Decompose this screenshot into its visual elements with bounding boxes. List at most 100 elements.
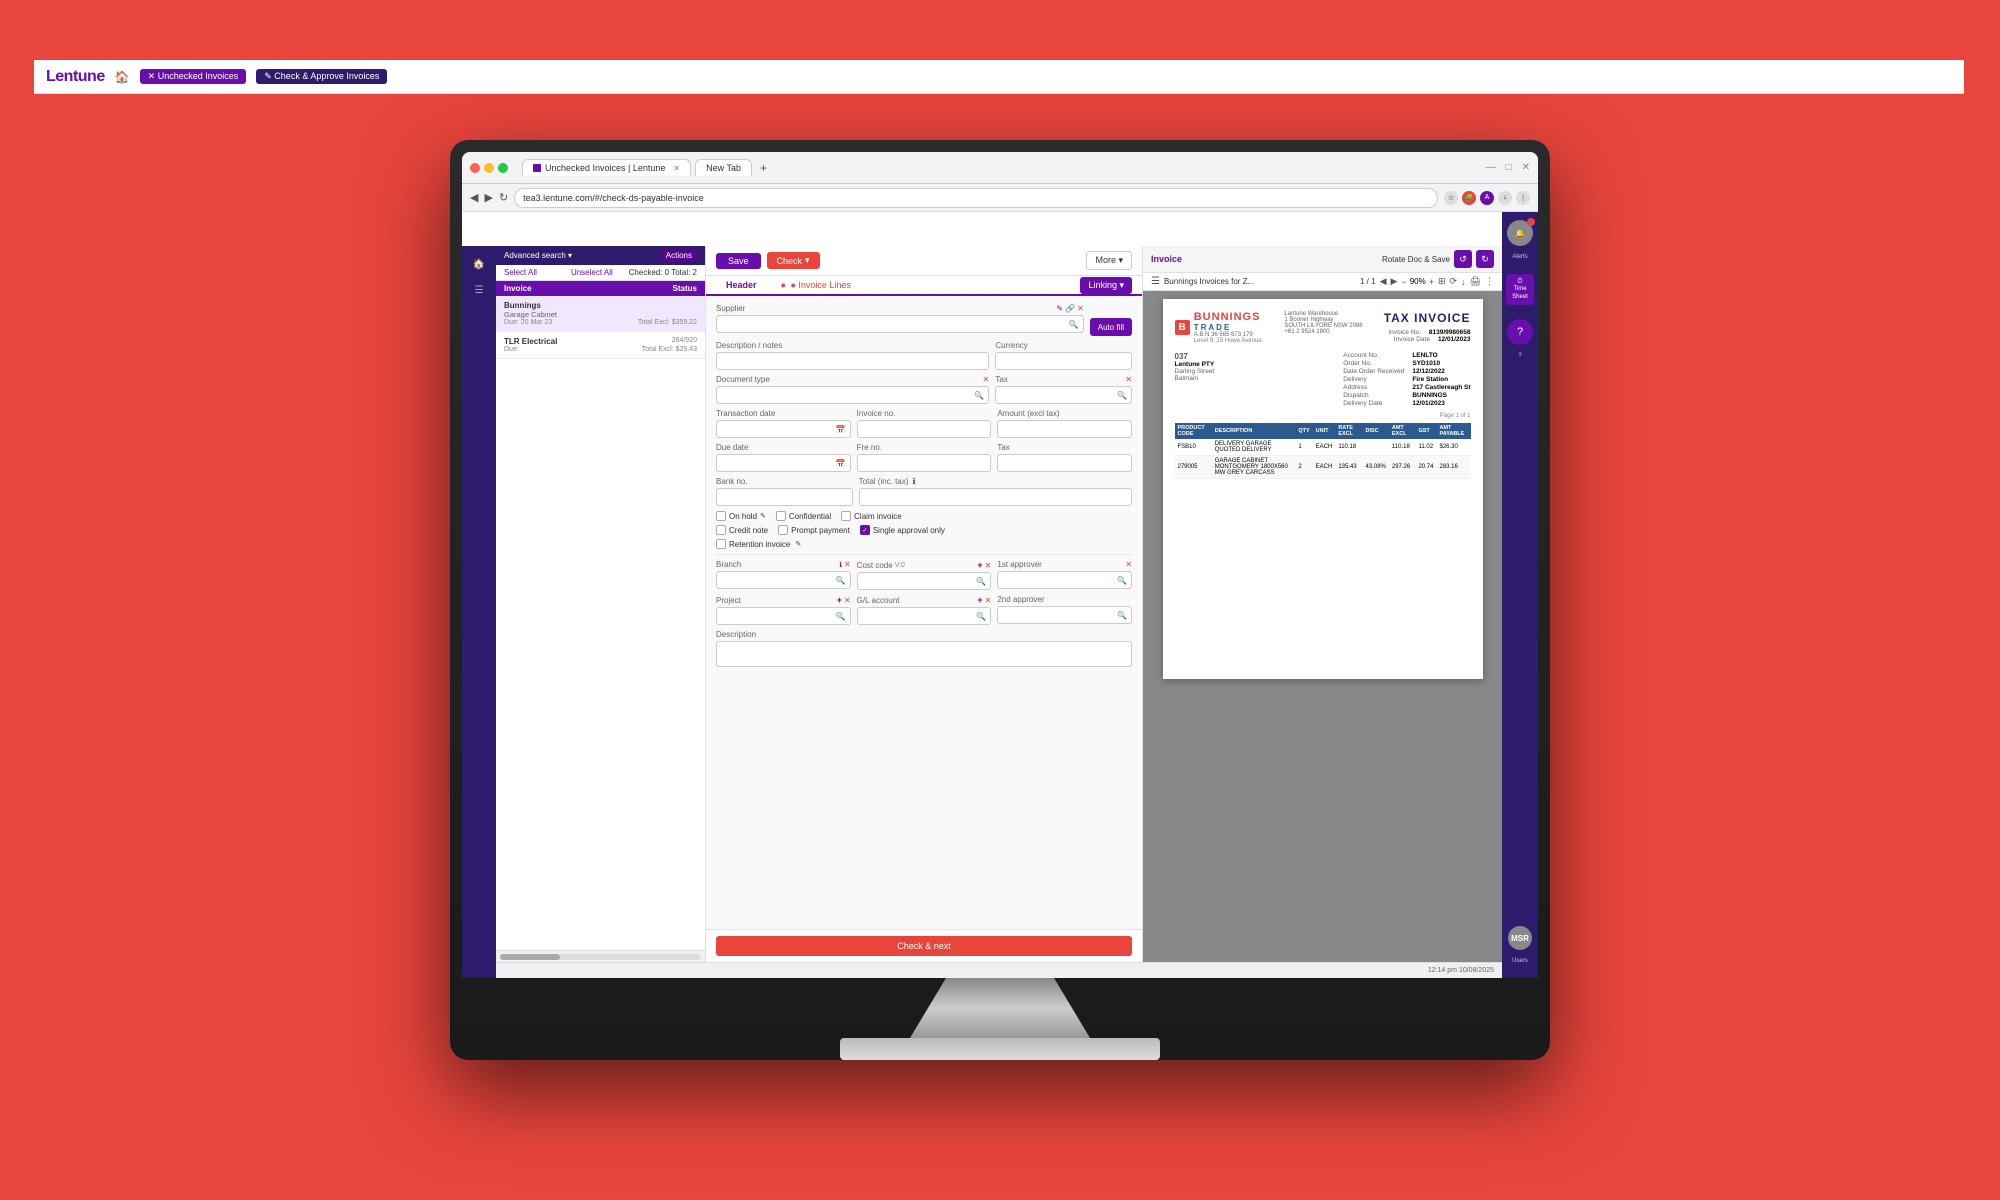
branch-input[interactable]: (SYD) Sydney 🔍	[716, 571, 851, 589]
tax-input[interactable]: (GSTPUR) GST 🔍	[995, 386, 1132, 404]
menu-icon[interactable]: ☰	[1151, 276, 1160, 287]
branch-x-icon[interactable]: ✕	[844, 560, 851, 569]
nav-forward-button[interactable]: ▶	[484, 191, 492, 204]
download-icon[interactable]: ↓	[1498, 191, 1512, 205]
due-calendar-icon[interactable]: 📅	[836, 459, 846, 468]
download-btn[interactable]: ↓	[1461, 277, 1466, 287]
first-approver-search-icon[interactable]: 🔍	[1117, 576, 1127, 585]
calendar-icon[interactable]: 📅	[836, 425, 846, 434]
trans-date-input[interactable]: 12/01/2023 📅	[716, 420, 851, 438]
supplier-link-icon[interactable]: 🔗	[1065, 304, 1075, 313]
tab-header[interactable]: Header	[716, 276, 767, 296]
bank-no-field[interactable]	[721, 493, 848, 502]
active-tab[interactable]: Unchecked Invoices | Lentune ✕	[522, 159, 691, 176]
nav-back-button[interactable]: ◀	[470, 191, 478, 204]
autofill-button[interactable]: Auto fill	[1090, 318, 1132, 336]
confidential-checkbox[interactable]: Confidential	[776, 511, 831, 521]
currency-field[interactable]: (NZD) Currency NZD	[1000, 357, 1127, 366]
gl-account-x-icon[interactable]: ✕	[985, 596, 992, 605]
tab-invoice-lines[interactable]: ● ● Invoice Lines	[771, 276, 861, 296]
doctype-search-icon[interactable]: 🔍	[974, 391, 984, 400]
first-approver-x-icon[interactable]: ✕	[1125, 560, 1132, 569]
first-approver-field[interactable]: (MSR) Staff MI...	[1002, 576, 1115, 585]
tax-search-icon[interactable]: 🔍	[1117, 391, 1127, 400]
nav-reload-button[interactable]: ↻	[499, 191, 508, 204]
unselect-all-btn[interactable]: Unselect All	[571, 268, 613, 277]
first-approver-input[interactable]: (MSR) Staff MI... 🔍	[997, 571, 1132, 589]
credit-note-checkbox[interactable]: Credit note	[716, 525, 768, 535]
invoice-item-bunnings[interactable]: Bunnings Garage Cabinet Due: 20 Mar 23 T…	[496, 296, 705, 332]
supplier-x-icon[interactable]: ✕	[1077, 304, 1084, 313]
select-all-btn[interactable]: Select All	[504, 268, 537, 277]
invoice-item-tlr[interactable]: TLR Electrical 264/920 Due: Total Excl: …	[496, 332, 705, 359]
cost-code-search-icon[interactable]: 🔍	[976, 577, 986, 586]
branch-field[interactable]: (SYD) Sydney	[721, 576, 834, 585]
sidebar-menu-icon[interactable]: ☰	[469, 280, 489, 300]
doctype-input[interactable]: Manual Approval 🔍	[716, 386, 989, 404]
side-by-side-btn[interactable]: ⊞	[1438, 276, 1446, 287]
retention-invoice-checkbox[interactable]: Retention invoice ✎	[716, 539, 801, 549]
desc-line-input[interactable]	[716, 641, 1132, 667]
gl-account-search-icon[interactable]: 🔍	[976, 612, 986, 621]
list-scrollbar[interactable]	[496, 950, 705, 962]
browser-minimize-icon[interactable]: —	[1486, 162, 1496, 173]
account-icon[interactable]: A	[1480, 191, 1494, 205]
browser-close-icon[interactable]: ✕	[1522, 162, 1530, 173]
single-approval-checkbox[interactable]: ✓ Single approval only	[860, 525, 945, 535]
due-date-input[interactable]: 20/03/2023 📅	[716, 454, 851, 472]
refresh-preview-btn[interactable]: ↻	[1476, 250, 1494, 268]
extensions-icon[interactable]: 🧩	[1462, 191, 1476, 205]
prompt-payment-checkbox[interactable]: Prompt payment	[778, 525, 850, 535]
description-input[interactable]: Garage Cabinet	[716, 352, 989, 370]
branch-search-icon[interactable]: 🔍	[836, 576, 846, 585]
amount-excl-input[interactable]: 359.22	[997, 420, 1132, 438]
retention-edit-icon[interactable]: ✎	[795, 540, 801, 548]
second-approver-input[interactable]: 🔍	[997, 606, 1132, 624]
project-search-icon[interactable]: 🔍	[836, 612, 846, 621]
fre-no-field[interactable]	[862, 459, 987, 468]
doctype-x-icon[interactable]: ✕	[983, 375, 990, 384]
supplier-edit-icon[interactable]: ✎	[1056, 304, 1063, 313]
total-info-icon[interactable]: ℹ	[912, 477, 915, 486]
gl-account-input[interactable]: (300) Purchase... 🔍	[857, 607, 992, 625]
gl-account-plus-icon[interactable]: +	[977, 595, 982, 605]
fre-no-input[interactable]	[857, 454, 992, 472]
tax-amount-input[interactable]: 53.88	[997, 454, 1132, 472]
sidebar-home-icon[interactable]: 🏠	[469, 254, 489, 274]
cost-code-plus-icon[interactable]: +	[977, 560, 982, 570]
prev-page-btn[interactable]: ◀	[1380, 276, 1387, 287]
bookmark-icon[interactable]: ☆	[1444, 191, 1458, 205]
second-approver-search-icon[interactable]: 🔍	[1117, 611, 1127, 620]
timesheet-btn[interactable]: ⏱ Time Sheet	[1506, 274, 1534, 305]
trans-date-field[interactable]: 12/01/2023	[721, 425, 834, 434]
next-page-btn[interactable]: ▶	[1391, 276, 1398, 287]
save-button[interactable]: Save	[716, 253, 761, 269]
address-bar[interactable]: tea3.lentune.com/#/check-ds-payable-invo…	[514, 188, 1438, 208]
on-hold-edit-icon[interactable]: ✎	[760, 512, 766, 520]
cost-code-x-icon[interactable]: ✕	[985, 561, 992, 570]
cost-code-field[interactable]: (1200—M) Jo...	[862, 577, 975, 586]
maximize-button[interactable]	[498, 163, 508, 173]
zoom-out-btn[interactable]: −	[1401, 277, 1406, 287]
zoom-in-btn[interactable]: +	[1429, 277, 1434, 287]
new-tab[interactable]: New Tab	[695, 159, 752, 176]
rotate-preview-btn[interactable]: ⟳	[1450, 276, 1458, 287]
currency-input[interactable]: (NZD) Currency NZD	[995, 352, 1132, 370]
invoice-no-field[interactable]: 8139/9980658	[862, 425, 987, 434]
rotate-icon-btn[interactable]: ↺	[1454, 250, 1472, 268]
supplier-input[interactable]: [BUNNINGS] Bunnings 🔍	[716, 315, 1084, 333]
claim-invoice-checkbox[interactable]: Claim invoice	[841, 511, 902, 521]
actions-label[interactable]: Actions	[661, 250, 697, 261]
doctype-field[interactable]: Manual Approval	[721, 391, 972, 400]
tax-field[interactable]: (GSTPUR) GST	[1000, 391, 1115, 400]
user-avatar[interactable]: MSR	[1508, 926, 1532, 950]
more-preview-btn[interactable]: ⋮	[1485, 276, 1494, 287]
browser-restore-icon[interactable]: □	[1506, 162, 1512, 173]
supplier-field[interactable]: [BUNNINGS] Bunnings	[721, 320, 1067, 329]
project-input[interactable]: [FS107] Fire St... 🔍	[716, 607, 851, 625]
project-plus-icon[interactable]: +	[837, 595, 842, 605]
total-input[interactable]: 411.10	[859, 488, 1132, 506]
bank-no-input[interactable]	[716, 488, 853, 506]
print-btn[interactable]: 🖨	[1470, 276, 1481, 287]
amount-excl-field[interactable]: 359.22	[1002, 425, 1127, 434]
